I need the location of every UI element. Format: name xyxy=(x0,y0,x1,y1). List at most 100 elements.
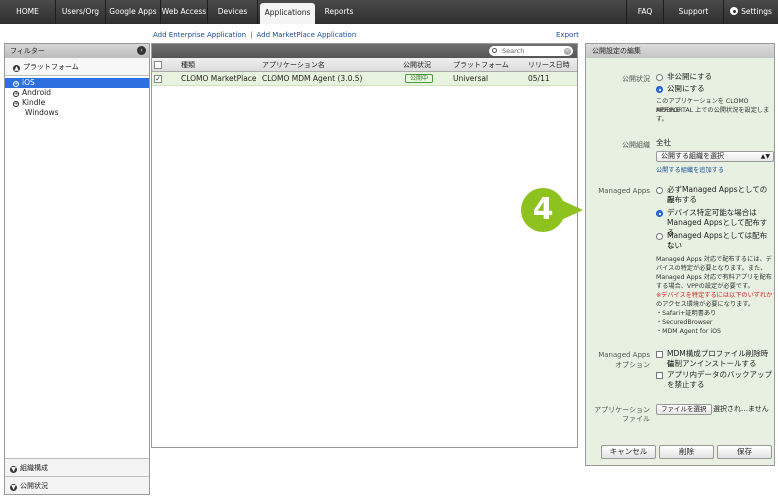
choose-file-button[interactable]: ファイルを選択 xyxy=(656,404,712,415)
managed-note-1: Managed Apps 対応で配布するには、デ xyxy=(656,256,772,263)
file-status: 選択され…ません xyxy=(713,405,769,413)
nav-reports[interactable]: Reports xyxy=(316,0,362,24)
org-select-value: 公開する組織を選択 xyxy=(661,152,724,160)
edit-panel-title: 公開設定の編集 xyxy=(586,44,774,58)
filter-panel: フィルター ‹ ▲ プラットフォーム + iOS + Android + Kindle … xyxy=(4,43,150,495)
managed-warning-1: ※デバイスを特定するには以下のいずれか xyxy=(656,292,773,299)
platform-item-windows[interactable]: Windows xyxy=(5,108,149,118)
cell-status: 公開中 xyxy=(405,72,434,86)
col-platform[interactable]: プラットフォーム xyxy=(453,58,509,72)
publish-note-3: す。 xyxy=(656,116,668,123)
disable-backup-checkbox[interactable] xyxy=(656,372,663,379)
disable-backup-label-2: を禁止する xyxy=(667,380,705,389)
publish-private-label: 非公開にする xyxy=(667,72,713,81)
disable-backup-label-1: アプリ内データのバックアップ xyxy=(667,370,772,379)
edit-panel: 公開設定の編集 公開状況 非公開にする 公開にする このアプリケーションを CL… xyxy=(585,43,775,466)
table-toolbar: Search × xyxy=(152,44,577,58)
publish-note-2: APP PORTAL 上での公開状況を設定しま xyxy=(656,107,770,114)
file-label-2: ファイル xyxy=(622,415,650,423)
section-label: 組織構成 xyxy=(20,464,48,472)
org-structure-section[interactable]: ▼ 組織構成 xyxy=(5,458,149,476)
col-type[interactable]: 種類 xyxy=(181,58,195,72)
publish-status-section[interactable]: ▼ 公開状況 xyxy=(5,476,149,494)
expand-icon: ▲ xyxy=(13,65,20,72)
search-icon xyxy=(492,48,497,53)
col-status[interactable]: 公開状況 xyxy=(403,58,431,72)
add-enterprise-app-link[interactable]: Add Enterprise Application xyxy=(153,31,246,39)
applications-table: Search × 種類 アプリケーション名 公開状況 プラットフォーム リリース… xyxy=(151,43,578,448)
nav-devices[interactable]: Devices xyxy=(208,0,258,24)
force-uninstall-checkbox[interactable] xyxy=(656,351,663,358)
table-row[interactable]: ✓ CLOMO MarketPlace CLOMO MDM Agent (3.0… xyxy=(152,72,577,86)
cell-platform: Universal xyxy=(453,74,489,83)
cancel-button[interactable]: キャンセル xyxy=(601,445,656,459)
nav-web-access[interactable]: Web Access xyxy=(161,0,208,24)
collapse-left-icon[interactable]: ‹ xyxy=(137,46,146,55)
platform-item-kindle[interactable]: + Kindle xyxy=(5,98,149,108)
managed-if-identifiable-radio[interactable] xyxy=(656,210,663,217)
add-marketplace-app-link[interactable]: Add MarketPlace Application xyxy=(256,31,356,39)
search-input[interactable]: Search × xyxy=(489,46,573,56)
platform-list: + iOS + Android + Kindle Windows xyxy=(5,76,149,118)
add-org-link[interactable]: 公開する組織を追加する xyxy=(656,167,724,176)
nav-home[interactable]: HOME xyxy=(0,0,56,24)
managed-apps-label: Managed Apps xyxy=(598,187,650,195)
col-release[interactable]: リリース日時 xyxy=(528,58,570,72)
cell-app-name: CLOMO MDM Agent (3.0.5) xyxy=(262,74,363,83)
org-label: 公開組織 xyxy=(622,141,650,149)
nav-users-org[interactable]: Users/Org xyxy=(56,0,106,24)
edit-panel-body: 公開状況 非公開にする 公開にする このアプリケーションを CLOMO MOBI… xyxy=(586,58,774,465)
action-links: Add Enterprise Application | Add MarketPla… xyxy=(153,31,356,39)
managed-env-2: ・SecuredBrowser xyxy=(656,319,713,326)
export-link[interactable]: Export xyxy=(556,31,579,39)
nav-settings[interactable]: Settings xyxy=(724,0,778,24)
publish-public-label: 公開にする xyxy=(667,84,705,93)
managed-note-3: Managed Apps 対応で有料アプリを配布 xyxy=(656,274,772,281)
section-label: 公開状況 xyxy=(20,482,48,490)
platform-section-header[interactable]: ▲ プラットフォーム xyxy=(5,58,149,76)
managed-env-3: ・MDM Agent for iOS xyxy=(656,328,721,335)
managed-if-identifiable-label-1: デバイス特定可能な場合は xyxy=(667,208,757,217)
platform-section-label: プラットフォーム xyxy=(23,63,79,71)
nav-applications[interactable]: Applications xyxy=(260,3,315,24)
platform-label: Android xyxy=(22,88,51,97)
nav-support[interactable]: Support xyxy=(664,0,724,24)
link-separator: | xyxy=(250,31,253,39)
save-button[interactable]: 保存 xyxy=(717,445,772,459)
platform-item-ios[interactable]: + iOS xyxy=(5,78,149,88)
nav-faq[interactable]: FAQ xyxy=(626,0,664,24)
select-all-checkbox[interactable] xyxy=(154,61,162,69)
table-header: 種類 アプリケーション名 公開状況 プラットフォーム リリース日時 xyxy=(152,58,577,72)
publish-status-label: 公開状況 xyxy=(622,75,650,83)
expand-icon: ▼ xyxy=(10,466,17,473)
row-checkbox[interactable]: ✓ xyxy=(154,75,162,83)
col-app-name[interactable]: アプリケーション名 xyxy=(262,58,325,72)
managed-always-label-2: 配布する xyxy=(667,195,697,204)
publish-public-radio[interactable] xyxy=(656,86,663,93)
nav-google-apps[interactable]: Google Apps xyxy=(106,0,161,24)
publish-private-radio[interactable] xyxy=(656,74,663,81)
managed-always-radio[interactable] xyxy=(656,187,663,194)
platform-item-android[interactable]: + Android xyxy=(5,88,149,98)
options-label-1: Managed Apps xyxy=(598,351,650,359)
filter-bottom-sections: ▼ 組織構成 ▼ 公開状況 xyxy=(5,458,149,494)
delete-button[interactable]: 削除 xyxy=(659,445,714,459)
managed-never-radio[interactable] xyxy=(656,233,663,240)
org-value: 全社 xyxy=(656,138,671,147)
nav-settings-label: Settings xyxy=(741,7,772,16)
managed-note-2: バイスの特定が必要となります。また、 xyxy=(656,265,767,272)
options-label-2: オプション xyxy=(615,361,650,369)
updown-icon: ▲▼ xyxy=(760,153,770,160)
expand-icon: ▼ xyxy=(10,484,17,491)
plus-icon: + xyxy=(13,101,19,107)
clear-icon[interactable]: × xyxy=(564,47,571,55)
callout-badge: 4 xyxy=(521,188,565,232)
gear-icon xyxy=(730,7,739,15)
cell-release: 05/11 xyxy=(528,74,550,83)
org-select[interactable]: 公開する組織を選択 ▲▼ xyxy=(656,151,774,162)
platform-label: iOS xyxy=(22,78,35,87)
managed-never-label-2: ない xyxy=(667,241,682,250)
managed-warning-2: のアクセス環境が必要になります。 xyxy=(656,301,755,308)
top-nav: HOME Users/Org Google Apps Web Access De… xyxy=(0,0,778,24)
managed-env-1: ・Safari+証明書あり xyxy=(656,310,717,317)
